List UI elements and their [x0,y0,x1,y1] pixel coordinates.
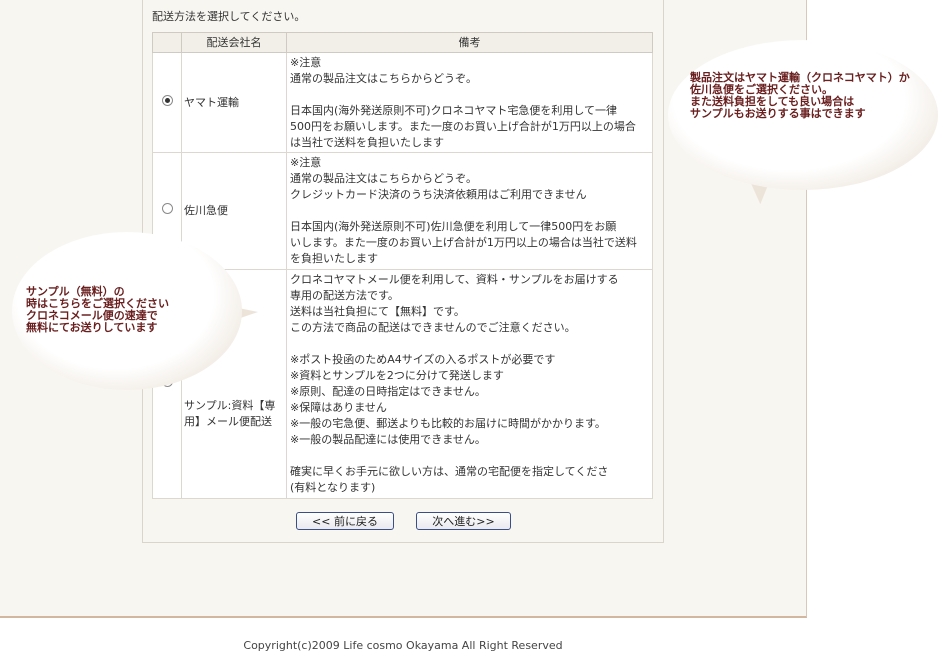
radio-sagawa[interactable] [161,203,173,214]
note-line: ※一般の製品配達には使用できません。 [290,433,486,446]
table-row-sagawa[interactable]: 佐川急便 ※注意 通常の製品注文はこちらからどうぞ。 クレジットカード決済のうち… [152,152,653,270]
note-line: 500円をお願いします。また一度のお買い上げ合計が1万円以上の場合 [290,119,636,133]
copyright-footer: Copyright(c)2009 Life cosmo Okayama All … [243,639,563,652]
note-line: ※注意 [290,156,322,169]
note-line: は当社で送料を負担いたします [290,135,444,149]
note-line: 日本国内(海外発送原則不可)佐川急便を利用して一律500円をお願 [290,220,617,233]
note-line: を負担いたします [290,252,378,265]
note-line: 通常の製品注文はこちらからどうぞ。 [290,71,477,85]
note-line [290,203,649,219]
radio-cell[interactable] [152,52,182,153]
note-line: この方法で商品の配送はできませんのでご注意ください。 [290,321,576,334]
note-line: いします。また一度のお買い上げ合計が1万円以上の場合は当社で送料 [290,236,637,249]
note-line: ※ポスト投函のためA4サイズの入るポストが必要です [290,353,556,366]
note-line: ※保障はありません [290,401,387,414]
back-button[interactable]: << 前に戻る [296,512,394,530]
header-carrier: 配送会社名 [181,32,287,53]
note-line: クロネコヤマトメール便を利用して、資料・サンプルをお届けする [290,273,619,286]
speech-bubble-left-text: サンプル（無料）の 時はこちらをご選択ください クロネコメール便の速達で 無料に… [26,286,226,334]
header-notes: 備考 [286,32,653,53]
note-line: ※注意 [290,55,322,69]
note-line [290,448,649,464]
note-line: 日本国内(海外発送原則不可)クロネコヤマト宅急便を利用して一律 [290,103,618,117]
note-line: (有料となります) [290,481,376,494]
bubble-line: 無料にてお送りしています [26,321,158,334]
note-line [290,87,649,103]
note-line: ※資料とサンプルを2つに分けて発送します [290,369,504,382]
bubble-line: サンプルもお送りする事はできます [690,107,866,120]
note-line [290,336,649,352]
note-line: 確実に早くお手元に欲しい方は、通常の宅配便を指定してくださ [290,465,609,478]
carrier-name-yamato: ヤマト運輸 [181,52,287,153]
note-line: ※一般の宅急便、郵送よりも比較的お届けに時間がかかります。 [290,417,606,430]
notes-sample-mail: クロネコヤマトメール便を利用して、資料・サンプルをお届けする 専用の配送方法です… [286,269,653,499]
shipping-method-table: 配送会社名 備考 ヤマト運輸 ※注意 通常の製品注文はこちらからどうぞ。 日本国… [152,32,653,499]
notes-yamato: ※注意 通常の製品注文はこちらからどうぞ。 日本国内(海外発送原則不可)クロネコ… [286,52,653,153]
note-line: 通常の製品注文はこちらからどうぞ。 [290,172,477,185]
notes-sagawa: ※注意 通常の製品注文はこちらからどうぞ。 クレジットカード決済のうち決済依頼用… [286,152,653,270]
note-line: 専用の配送方法です。 [290,289,399,302]
speech-bubble-right-text: 製品注文はヤマト運輸（クロネコヤマト）か 佐川急便をご選択ください。 また送料負… [690,72,930,120]
note-line: ※原則、配達の日時指定はできません。 [290,385,486,398]
note-line: 送料は当社負担にて【無料】です。 [290,305,465,318]
instruction-text: 配送方法を選択してください。 [152,10,306,23]
radio-yamato[interactable] [161,94,173,106]
table-row-yamato[interactable]: ヤマト運輸 ※注意 通常の製品注文はこちらからどうぞ。 日本国内(海外発送原則不… [152,52,653,153]
table-header-row: 配送会社名 備考 [152,32,653,53]
note-line: クレジットカード決済のうち決済依頼用はご利用できません [290,188,587,201]
header-select [152,32,182,53]
next-button[interactable]: 次へ進む>> [416,512,511,530]
